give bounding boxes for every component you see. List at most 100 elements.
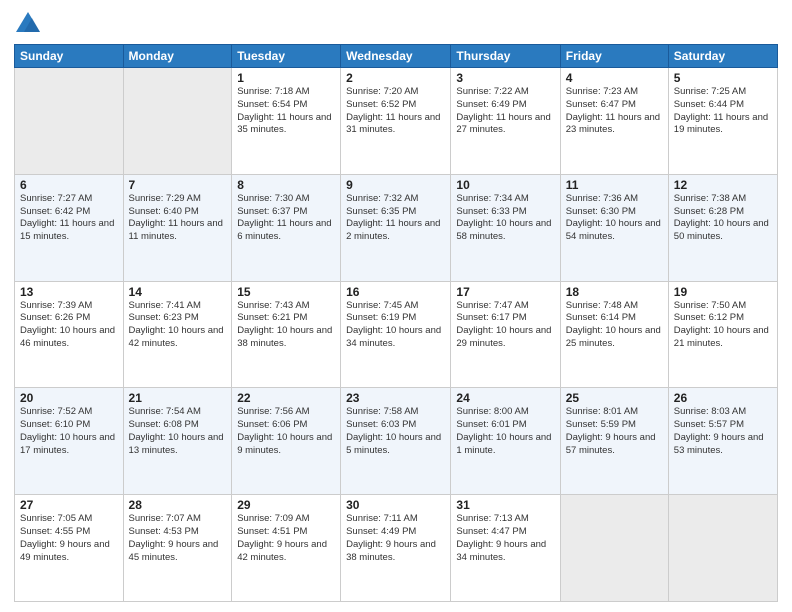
- day-info: Sunrise: 7:54 AM Sunset: 6:08 PM Dayligh…: [129, 406, 227, 457]
- day-info: Sunrise: 7:50 AM Sunset: 6:12 PM Dayligh…: [674, 300, 772, 351]
- day-number: 20: [20, 391, 118, 405]
- day-number: 18: [566, 285, 663, 299]
- calendar-cell: 2Sunrise: 7:20 AM Sunset: 6:52 PM Daylig…: [341, 68, 451, 175]
- day-info: Sunrise: 7:47 AM Sunset: 6:17 PM Dayligh…: [456, 300, 554, 351]
- day-number: 11: [566, 178, 663, 192]
- calendar-day-header: Tuesday: [232, 45, 341, 68]
- calendar-week-row: 6Sunrise: 7:27 AM Sunset: 6:42 PM Daylig…: [15, 174, 778, 281]
- day-info: Sunrise: 7:29 AM Sunset: 6:40 PM Dayligh…: [129, 193, 227, 244]
- day-number: 8: [237, 178, 335, 192]
- calendar-cell: 14Sunrise: 7:41 AM Sunset: 6:23 PM Dayli…: [123, 281, 232, 388]
- day-info: Sunrise: 7:18 AM Sunset: 6:54 PM Dayligh…: [237, 86, 335, 137]
- day-info: Sunrise: 7:45 AM Sunset: 6:19 PM Dayligh…: [346, 300, 445, 351]
- calendar-cell: 10Sunrise: 7:34 AM Sunset: 6:33 PM Dayli…: [451, 174, 560, 281]
- calendar-cell: [15, 68, 124, 175]
- day-number: 21: [129, 391, 227, 405]
- calendar-cell: [668, 495, 777, 602]
- calendar-cell: [123, 68, 232, 175]
- day-number: 22: [237, 391, 335, 405]
- day-info: Sunrise: 7:43 AM Sunset: 6:21 PM Dayligh…: [237, 300, 335, 351]
- calendar-day-header: Sunday: [15, 45, 124, 68]
- calendar-cell: 24Sunrise: 8:00 AM Sunset: 6:01 PM Dayli…: [451, 388, 560, 495]
- day-info: Sunrise: 7:38 AM Sunset: 6:28 PM Dayligh…: [674, 193, 772, 244]
- day-number: 15: [237, 285, 335, 299]
- day-number: 1: [237, 71, 335, 85]
- calendar-week-row: 27Sunrise: 7:05 AM Sunset: 4:55 PM Dayli…: [15, 495, 778, 602]
- header: [14, 10, 778, 38]
- calendar-cell: 13Sunrise: 7:39 AM Sunset: 6:26 PM Dayli…: [15, 281, 124, 388]
- day-number: 14: [129, 285, 227, 299]
- day-info: Sunrise: 7:58 AM Sunset: 6:03 PM Dayligh…: [346, 406, 445, 457]
- day-info: Sunrise: 7:36 AM Sunset: 6:30 PM Dayligh…: [566, 193, 663, 244]
- calendar-cell: 1Sunrise: 7:18 AM Sunset: 6:54 PM Daylig…: [232, 68, 341, 175]
- day-info: Sunrise: 7:48 AM Sunset: 6:14 PM Dayligh…: [566, 300, 663, 351]
- calendar-day-header: Friday: [560, 45, 668, 68]
- calendar-cell: 19Sunrise: 7:50 AM Sunset: 6:12 PM Dayli…: [668, 281, 777, 388]
- day-number: 10: [456, 178, 554, 192]
- calendar-cell: 21Sunrise: 7:54 AM Sunset: 6:08 PM Dayli…: [123, 388, 232, 495]
- day-info: Sunrise: 8:00 AM Sunset: 6:01 PM Dayligh…: [456, 406, 554, 457]
- calendar-cell: 16Sunrise: 7:45 AM Sunset: 6:19 PM Dayli…: [341, 281, 451, 388]
- day-info: Sunrise: 7:20 AM Sunset: 6:52 PM Dayligh…: [346, 86, 445, 137]
- day-info: Sunrise: 7:07 AM Sunset: 4:53 PM Dayligh…: [129, 513, 227, 564]
- day-number: 13: [20, 285, 118, 299]
- day-number: 12: [674, 178, 772, 192]
- day-info: Sunrise: 7:32 AM Sunset: 6:35 PM Dayligh…: [346, 193, 445, 244]
- calendar-day-header: Wednesday: [341, 45, 451, 68]
- day-number: 2: [346, 71, 445, 85]
- day-number: 23: [346, 391, 445, 405]
- calendar-cell: 6Sunrise: 7:27 AM Sunset: 6:42 PM Daylig…: [15, 174, 124, 281]
- logo: [14, 10, 46, 38]
- day-number: 5: [674, 71, 772, 85]
- page: SundayMondayTuesdayWednesdayThursdayFrid…: [0, 0, 792, 612]
- day-info: Sunrise: 7:11 AM Sunset: 4:49 PM Dayligh…: [346, 513, 445, 564]
- calendar-cell: 4Sunrise: 7:23 AM Sunset: 6:47 PM Daylig…: [560, 68, 668, 175]
- calendar-day-header: Thursday: [451, 45, 560, 68]
- day-number: 16: [346, 285, 445, 299]
- calendar-cell: 26Sunrise: 8:03 AM Sunset: 5:57 PM Dayli…: [668, 388, 777, 495]
- calendar-cell: 5Sunrise: 7:25 AM Sunset: 6:44 PM Daylig…: [668, 68, 777, 175]
- day-number: 28: [129, 498, 227, 512]
- calendar-cell: 18Sunrise: 7:48 AM Sunset: 6:14 PM Dayli…: [560, 281, 668, 388]
- day-info: Sunrise: 7:56 AM Sunset: 6:06 PM Dayligh…: [237, 406, 335, 457]
- calendar-cell: 15Sunrise: 7:43 AM Sunset: 6:21 PM Dayli…: [232, 281, 341, 388]
- day-info: Sunrise: 7:22 AM Sunset: 6:49 PM Dayligh…: [456, 86, 554, 137]
- calendar-day-header: Monday: [123, 45, 232, 68]
- day-number: 4: [566, 71, 663, 85]
- day-info: Sunrise: 7:39 AM Sunset: 6:26 PM Dayligh…: [20, 300, 118, 351]
- calendar-header-row: SundayMondayTuesdayWednesdayThursdayFrid…: [15, 45, 778, 68]
- day-info: Sunrise: 7:30 AM Sunset: 6:37 PM Dayligh…: [237, 193, 335, 244]
- day-number: 26: [674, 391, 772, 405]
- day-number: 31: [456, 498, 554, 512]
- calendar-cell: 3Sunrise: 7:22 AM Sunset: 6:49 PM Daylig…: [451, 68, 560, 175]
- day-number: 7: [129, 178, 227, 192]
- calendar-cell: 28Sunrise: 7:07 AM Sunset: 4:53 PM Dayli…: [123, 495, 232, 602]
- day-info: Sunrise: 7:27 AM Sunset: 6:42 PM Dayligh…: [20, 193, 118, 244]
- calendar-cell: 7Sunrise: 7:29 AM Sunset: 6:40 PM Daylig…: [123, 174, 232, 281]
- calendar-cell: 23Sunrise: 7:58 AM Sunset: 6:03 PM Dayli…: [341, 388, 451, 495]
- day-info: Sunrise: 7:09 AM Sunset: 4:51 PM Dayligh…: [237, 513, 335, 564]
- day-info: Sunrise: 7:13 AM Sunset: 4:47 PM Dayligh…: [456, 513, 554, 564]
- calendar-cell: 25Sunrise: 8:01 AM Sunset: 5:59 PM Dayli…: [560, 388, 668, 495]
- day-info: Sunrise: 7:23 AM Sunset: 6:47 PM Dayligh…: [566, 86, 663, 137]
- calendar-week-row: 1Sunrise: 7:18 AM Sunset: 6:54 PM Daylig…: [15, 68, 778, 175]
- calendar-cell: 17Sunrise: 7:47 AM Sunset: 6:17 PM Dayli…: [451, 281, 560, 388]
- day-number: 29: [237, 498, 335, 512]
- day-info: Sunrise: 7:34 AM Sunset: 6:33 PM Dayligh…: [456, 193, 554, 244]
- calendar-cell: 20Sunrise: 7:52 AM Sunset: 6:10 PM Dayli…: [15, 388, 124, 495]
- calendar-day-header: Saturday: [668, 45, 777, 68]
- calendar-table: SundayMondayTuesdayWednesdayThursdayFrid…: [14, 44, 778, 602]
- day-number: 9: [346, 178, 445, 192]
- calendar-cell: 11Sunrise: 7:36 AM Sunset: 6:30 PM Dayli…: [560, 174, 668, 281]
- day-number: 19: [674, 285, 772, 299]
- day-number: 17: [456, 285, 554, 299]
- calendar-week-row: 13Sunrise: 7:39 AM Sunset: 6:26 PM Dayli…: [15, 281, 778, 388]
- day-number: 3: [456, 71, 554, 85]
- day-number: 25: [566, 391, 663, 405]
- calendar-cell: 22Sunrise: 7:56 AM Sunset: 6:06 PM Dayli…: [232, 388, 341, 495]
- day-number: 6: [20, 178, 118, 192]
- day-info: Sunrise: 7:41 AM Sunset: 6:23 PM Dayligh…: [129, 300, 227, 351]
- calendar-cell: 9Sunrise: 7:32 AM Sunset: 6:35 PM Daylig…: [341, 174, 451, 281]
- logo-icon: [14, 10, 42, 38]
- day-number: 27: [20, 498, 118, 512]
